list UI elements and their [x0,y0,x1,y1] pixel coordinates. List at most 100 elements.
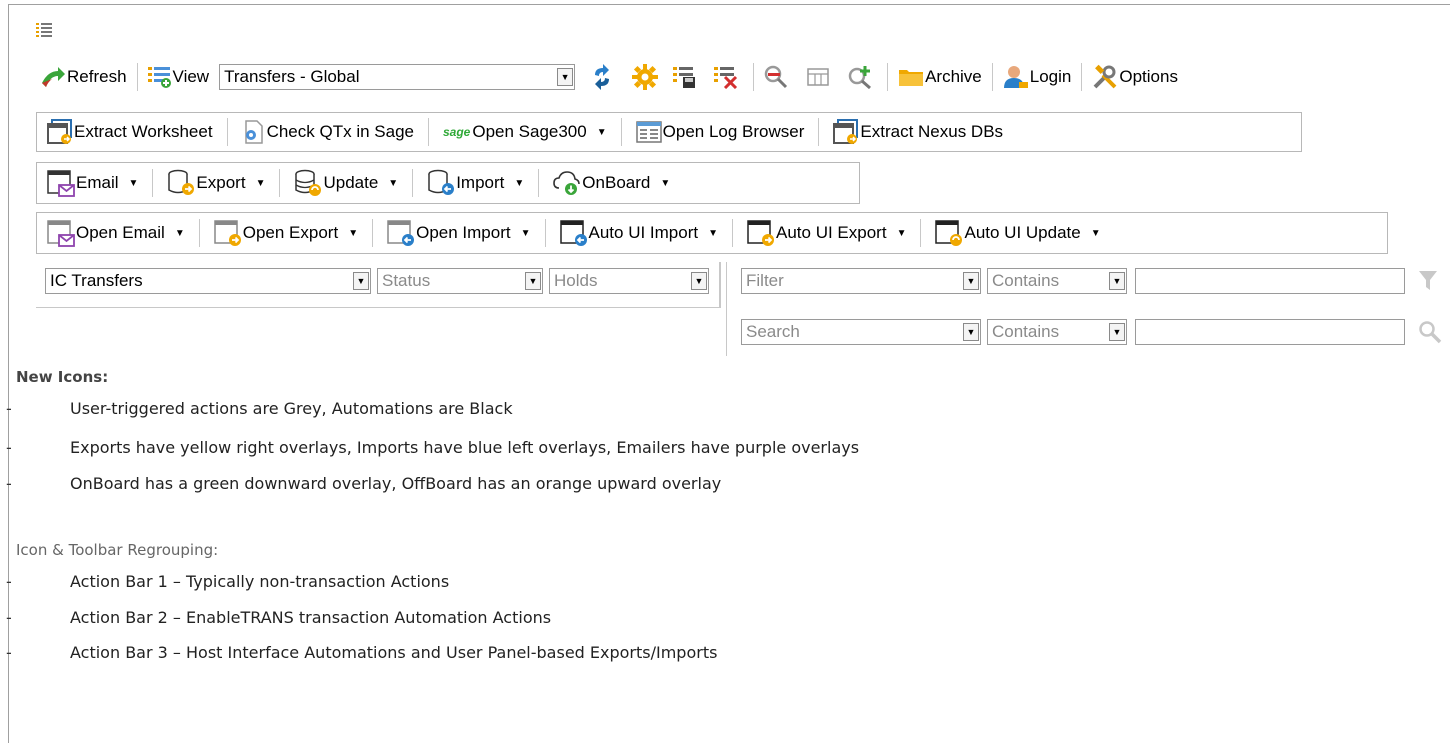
zoom-out-icon [764,65,788,89]
status-placeholder: Status [382,271,431,290]
search-value-input[interactable] [1135,319,1405,345]
open-export-label: Open Export [242,223,339,242]
holds-select[interactable]: Holds ▼ [549,268,709,294]
holds-placeholder: Holds [554,271,598,290]
onboard-button[interactable]: OnBoard ▼ [549,167,674,199]
list-select-value: IC Transfers [50,271,143,290]
search-field-select[interactable]: Search ▼ [741,319,981,345]
filter-operator-select[interactable]: Contains ▼ [987,268,1127,294]
clear-layout-button[interactable] [710,61,743,93]
import-label: Import [456,173,505,192]
chevron-down-icon[interactable]: ▼ [557,68,574,86]
chevron-down-icon[interactable]: ▼ [525,272,541,290]
import-button[interactable]: Import ▼ [423,167,528,199]
check-qtx-button[interactable]: Check QTx in Sage [238,116,418,148]
chevron-down-icon[interactable]: ▼ [521,228,531,239]
login-label: Login [1029,67,1072,86]
chevron-down-icon[interactable]: ▼ [691,272,707,290]
open-log-browser-label: Open Log Browser [662,122,805,141]
email-button[interactable]: Email ▼ [43,167,142,199]
search-operator-value: Contains [992,322,1060,341]
expand-button[interactable] [844,61,877,93]
notes-heading-2: Icon & Toolbar Regrouping: [16,541,219,559]
status-select[interactable]: Status ▼ [377,268,543,294]
save-layout-button[interactable] [669,61,702,93]
open-export-button[interactable]: Open Export ▼ [210,217,362,249]
columns-button[interactable] [803,61,834,93]
log-browser-icon [635,121,662,143]
chevron-down-icon[interactable]: ▼ [514,178,524,189]
database-update-icon [295,169,322,196]
update-button[interactable]: Update ▼ [290,167,402,199]
archive-button[interactable]: Archive [894,61,986,93]
extract-nexus-button[interactable]: Extract Nexus DBs [829,116,1007,148]
open-sage300-button[interactable]: sage Open Sage300 ▼ [439,116,611,148]
delete-list-icon [714,67,738,89]
auto-ui-import-label: Auto UI Import [588,223,699,242]
auto-ui-import-button[interactable]: Auto UI Import ▼ [556,217,723,249]
filter-right-divider-2 [720,262,721,308]
list-select[interactable]: IC Transfers ▼ [45,268,371,294]
search-operator-select[interactable]: Contains ▼ [987,319,1127,345]
folder-icon [899,70,924,86]
chevron-down-icon[interactable]: ▼ [708,228,718,239]
open-email-button[interactable]: Open Email ▼ [43,217,189,249]
filter-value-input[interactable] [1135,268,1405,294]
separator [991,63,993,91]
chevron-down-icon[interactable]: ▼ [597,127,607,138]
extract-worksheet-button[interactable]: Extract Worksheet [43,116,217,148]
chevron-down-icon[interactable]: ▼ [348,228,358,239]
collapse-button[interactable] [760,61,793,93]
chevron-down-icon[interactable]: ▼ [388,178,398,189]
open-export-icon [213,220,241,246]
auto-ui-export-label: Auto UI Export [776,223,887,242]
open-import-button[interactable]: Open Import ▼ [383,217,534,249]
settings-button[interactable] [628,61,663,93]
chevron-down-icon[interactable]: ▼ [256,178,266,189]
auto-update-icon [935,220,963,246]
chevron-down-icon[interactable]: ▼ [1109,272,1125,290]
chevron-down-icon[interactable]: ▼ [1109,323,1125,341]
filter-field-select[interactable]: Filter ▼ [741,268,981,294]
search-icon[interactable] [1418,320,1442,349]
view-label: View [172,67,210,86]
auto-ui-export-button[interactable]: Auto UI Export ▼ [743,217,910,249]
auto-ui-update-button[interactable]: Auto UI Update ▼ [931,217,1104,249]
sync-button[interactable] [585,61,620,93]
chevron-down-icon[interactable]: ▼ [353,272,369,290]
separator [152,169,154,197]
chevron-down-icon[interactable]: ▼ [963,323,979,341]
open-email-label: Open Email [76,223,165,242]
action-bar-3: Open Email ▼ Open Export ▼ Open Import ▼… [36,212,1388,254]
user-icon [1003,66,1028,88]
refresh-button[interactable]: Refresh [36,61,131,93]
chevron-down-icon[interactable]: ▼ [660,178,670,189]
options-button[interactable]: Options [1088,61,1182,93]
chevron-down-icon[interactable]: ▼ [963,272,979,290]
extract-worksheet-icon [47,119,72,144]
chevron-down-icon[interactable]: ▼ [175,228,185,239]
chevron-down-icon[interactable]: ▼ [1091,228,1101,239]
note-text: Action Bar 2 – EnableTRANS transaction A… [70,608,552,627]
filter-funnel-icon[interactable] [1418,270,1438,297]
open-log-browser-button[interactable]: Open Log Browser [632,116,809,148]
open-email-icon [47,220,75,247]
list-menu-icon[interactable] [36,22,52,42]
separator [1081,63,1083,91]
sync-icon [595,64,610,90]
bullet-dash: - [6,474,12,493]
export-button[interactable]: Export ▼ [163,167,269,199]
note-text: Action Bar 1 – Typically non-transaction… [70,572,450,591]
separator [538,169,540,197]
view-select[interactable]: Transfers - Global ▼ [219,64,576,90]
separator [732,219,734,247]
chevron-down-icon[interactable]: ▼ [129,178,139,189]
bullet-dash: - [6,608,12,627]
cloud-download-icon [553,171,581,195]
chevron-down-icon[interactable]: ▼ [897,228,907,239]
database-import-icon [428,169,455,195]
login-button[interactable]: Login [999,61,1076,93]
note-text: Exports have yellow right overlays, Impo… [70,438,860,457]
refresh-icon [42,67,65,87]
view-button[interactable]: View [144,61,214,93]
